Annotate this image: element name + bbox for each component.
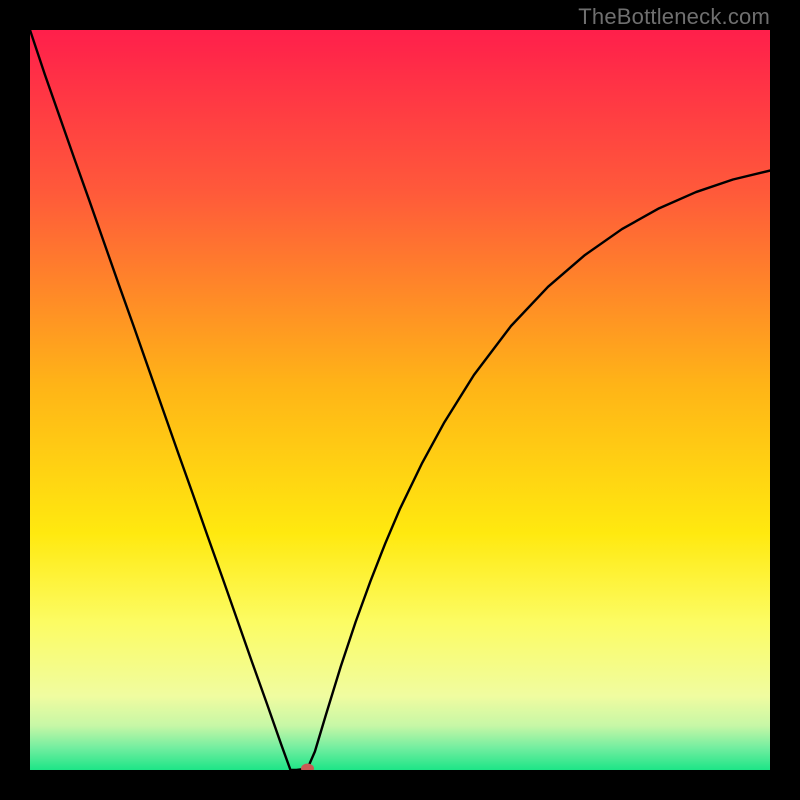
chart-frame: TheBottleneck.com [0, 0, 800, 800]
plot-background [30, 30, 770, 770]
watermark-text: TheBottleneck.com [578, 4, 770, 30]
plot-area [30, 30, 770, 770]
plot-svg [30, 30, 770, 770]
